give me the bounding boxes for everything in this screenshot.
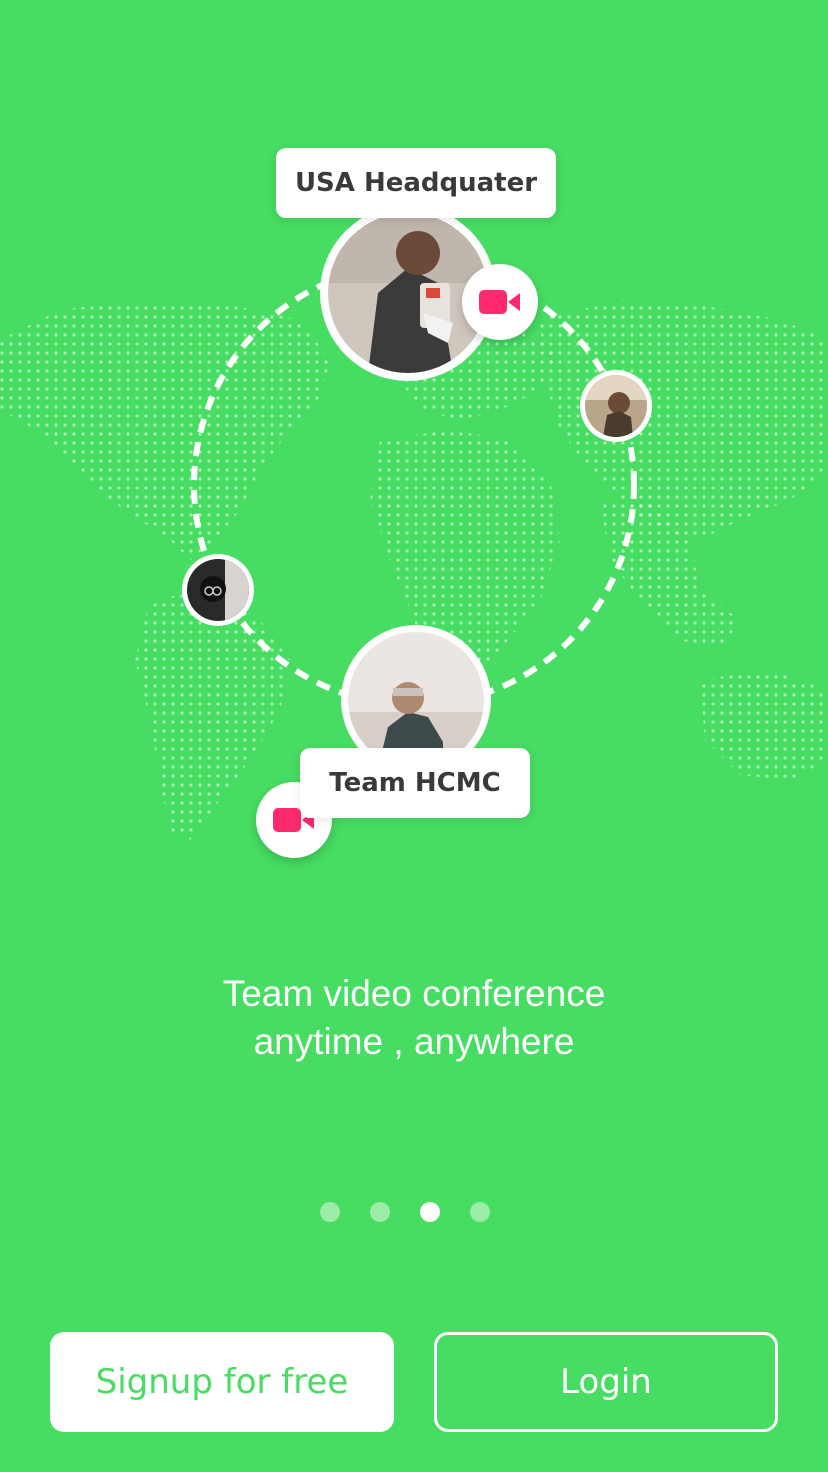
login-button-label: Login xyxy=(560,1362,652,1402)
tagline-line-2: anytime , anywhere xyxy=(253,1021,575,1062)
signup-button[interactable]: Signup for free xyxy=(50,1332,394,1432)
location-label-text: USA Headquater xyxy=(294,168,538,198)
signup-button-label: Signup for free xyxy=(95,1362,349,1402)
onboarding-screen: USA Headquater Team HCMC Team video conf… xyxy=(0,0,828,1472)
page-dot-4[interactable] xyxy=(470,1202,490,1222)
team-hcmc-label: Team HCMC xyxy=(300,748,530,818)
onboarding-tagline: Team video conference anytime , anywhere xyxy=(0,970,828,1066)
person-photo xyxy=(187,559,249,621)
video-call-badge-usa[interactable] xyxy=(462,264,538,340)
usa-headquarter-label: USA Headquater xyxy=(276,148,556,218)
video-camera-icon xyxy=(479,290,520,314)
remote-member-avatar-left xyxy=(182,554,254,626)
page-dot-3-active[interactable] xyxy=(420,1202,440,1222)
tagline-line-1: Team video conference xyxy=(222,973,606,1014)
location-label-text: Team HCMC xyxy=(329,768,501,798)
page-indicator xyxy=(320,1202,490,1222)
person-photo xyxy=(585,375,647,437)
remote-member-avatar-right xyxy=(580,370,652,442)
page-dot-2[interactable] xyxy=(370,1202,390,1222)
login-button[interactable]: Login xyxy=(434,1332,778,1432)
page-dot-1[interactable] xyxy=(320,1202,340,1222)
